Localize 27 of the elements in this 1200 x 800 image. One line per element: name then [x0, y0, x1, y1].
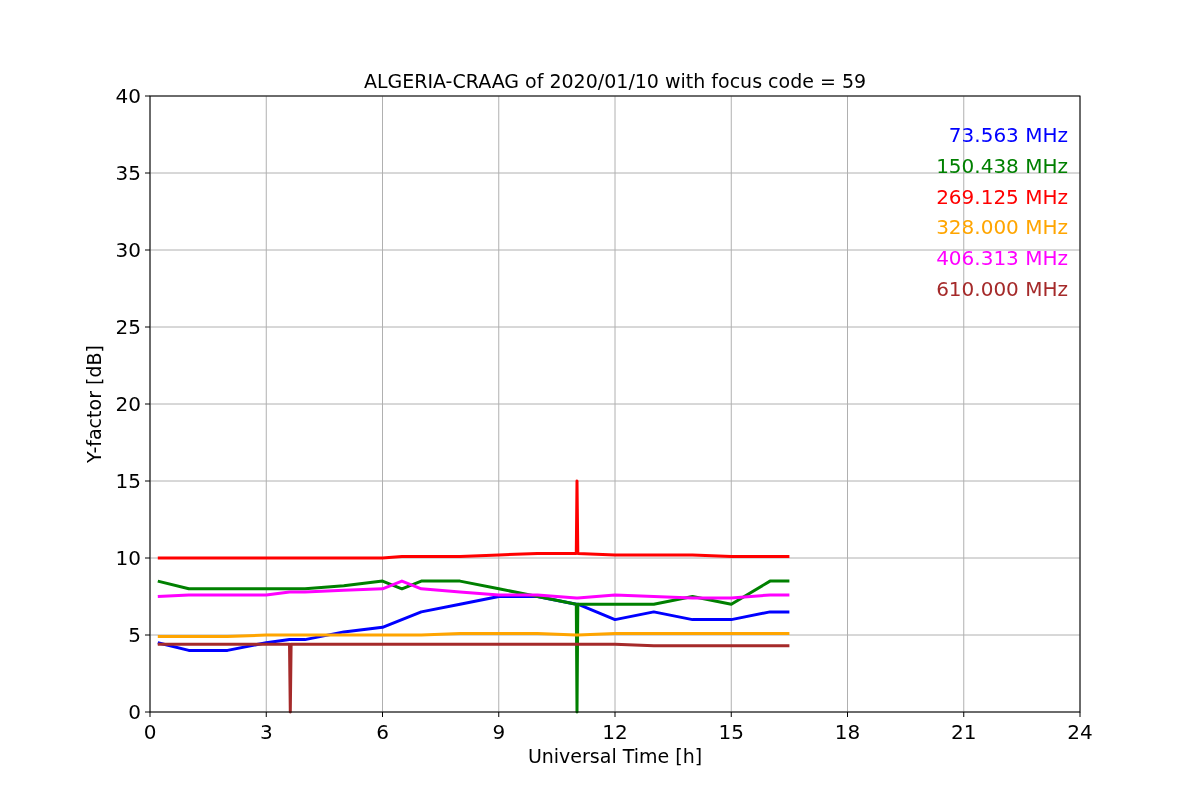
x-tick-label: 15: [718, 720, 744, 744]
legend-label: 269.125 MHz: [936, 184, 1068, 209]
y-tick-label: 20: [115, 392, 141, 416]
y-tick-label: 40: [115, 84, 141, 108]
x-tick-label: 24: [1067, 720, 1093, 744]
legend-label: 610.000 MHz: [936, 277, 1068, 301]
chart-title: ALGERIA-CRAAG of 2020/01/10 with focus code = 59: [363, 70, 867, 92]
legend-label: 150.438 MHz: [936, 153, 1068, 178]
y-tick-label: 25: [115, 315, 141, 339]
x-tick-label: 18: [834, 720, 861, 744]
y-tick-label: 35: [115, 161, 141, 185]
x-tick-label: 21: [951, 720, 977, 744]
legend-label: 328.000 MHz: [936, 215, 1068, 240]
x-tick-label: 9: [492, 720, 506, 744]
legend-label: 406.313 MHz: [936, 246, 1068, 271]
y-axis-label: Y-factor [dB]: [83, 345, 105, 463]
y-tick-label: 5: [128, 623, 141, 647]
y-tick-label: 10: [115, 546, 141, 570]
x-tick-label: 0: [143, 720, 157, 744]
y-tick-label: 0: [128, 700, 141, 724]
x-tick-label: 12: [602, 720, 628, 744]
x-tick-label: 6: [376, 720, 389, 744]
x-axis-label: Universal Time [h]: [527, 745, 703, 767]
y-tick-label: 15: [115, 469, 141, 493]
y-tick-label: 30: [115, 238, 141, 262]
x-tick-label: 3: [259, 720, 273, 744]
legend-label: 73.563 MHz: [948, 123, 1068, 147]
